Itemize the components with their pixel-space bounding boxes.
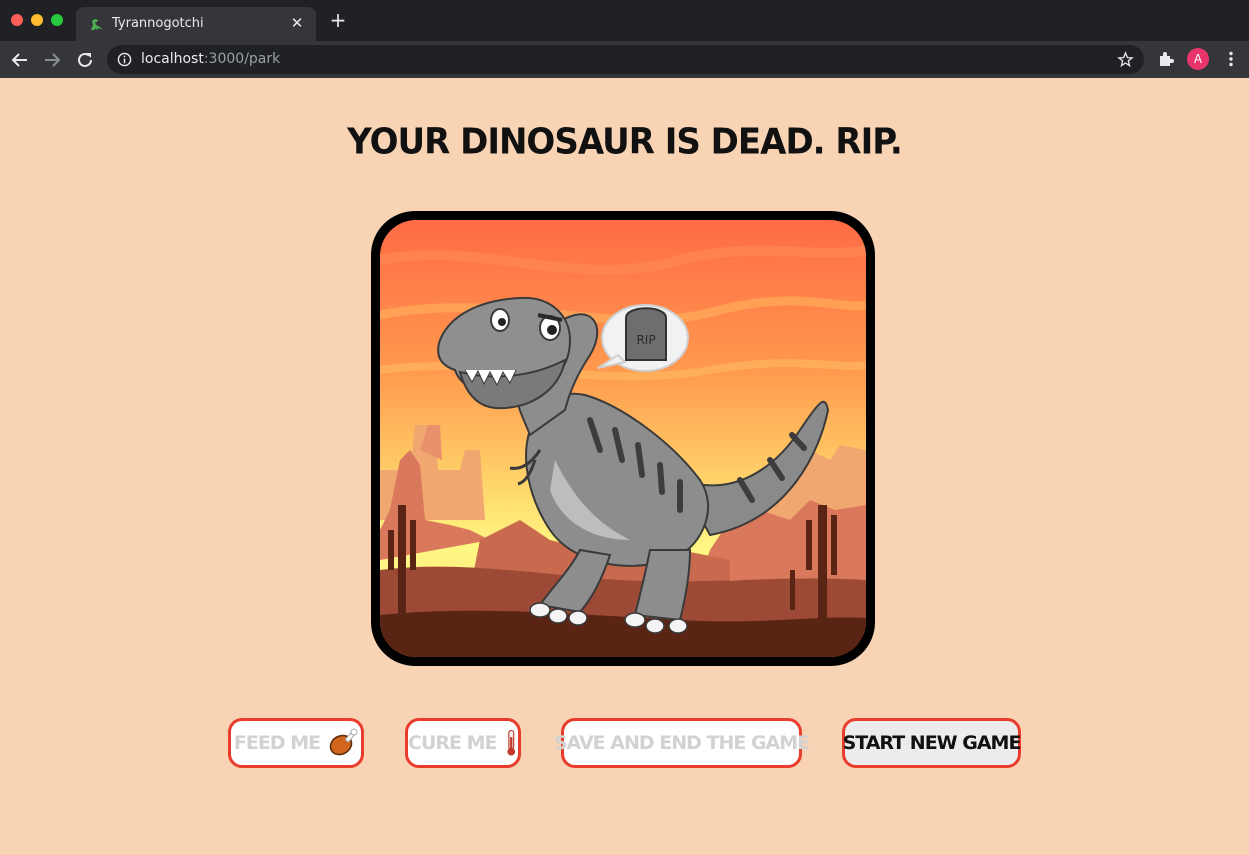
browser-tab-bar: Tyrannogotchi ✕ + xyxy=(0,0,1249,41)
dead-dinosaur-illustration: RIP xyxy=(380,220,866,657)
back-arrow-icon[interactable] xyxy=(9,49,31,71)
thermometer-icon xyxy=(507,729,516,756)
save-and-end-button[interactable]: SAVE AND END THE GAME xyxy=(554,718,810,768)
browser-tab[interactable]: Tyrannogotchi ✕ xyxy=(76,7,316,41)
url-path: :3000/park xyxy=(203,51,281,67)
start-new-game-label: START NEW GAME xyxy=(842,732,1022,754)
save-and-end-label: SAVE AND END THE GAME xyxy=(553,732,810,754)
kebab-menu-icon[interactable] xyxy=(1222,50,1240,68)
close-tab-icon[interactable]: ✕ xyxy=(288,14,306,32)
dinosaur-favicon-icon xyxy=(91,19,103,30)
browser-toolbar: localhost:3000/park xyxy=(0,41,1249,78)
window-close-button[interactable] xyxy=(11,14,23,26)
reload-icon[interactable] xyxy=(74,49,96,71)
feed-me-label: FEED ME xyxy=(233,732,321,754)
profile-avatar[interactable]: A xyxy=(1187,48,1209,70)
info-icon[interactable] xyxy=(117,52,132,67)
tab-title: Tyrannogotchi xyxy=(112,16,204,31)
puzzle-extension-icon[interactable] xyxy=(1157,50,1175,68)
cure-me-label: CURE ME xyxy=(408,732,497,754)
drumstick-icon xyxy=(329,728,358,756)
new-tab-button[interactable]: + xyxy=(328,10,348,30)
action-buttons: FEED ME CURE ME SAVE AND END THE GAME ST… xyxy=(0,718,1249,768)
cure-me-button[interactable]: CURE ME xyxy=(405,718,521,768)
forward-arrow-icon[interactable] xyxy=(41,49,63,71)
page-title: YOUR DINOSAUR IS DEAD. RIP. xyxy=(347,121,903,163)
address-bar[interactable]: localhost:3000/park xyxy=(107,45,1144,74)
dinosaur-frame: RIP xyxy=(371,211,875,666)
window-maximize-button[interactable] xyxy=(51,14,63,26)
tombstone-text: RIP xyxy=(636,333,655,347)
start-new-game-button[interactable]: START NEW GAME xyxy=(842,718,1021,768)
dinosaur-scene: RIP xyxy=(380,220,866,657)
window-minimize-button[interactable] xyxy=(31,14,43,26)
url-text: localhost:3000/park xyxy=(141,51,280,67)
star-icon[interactable] xyxy=(1117,51,1134,68)
feed-me-button[interactable]: FEED ME xyxy=(228,718,364,768)
url-host: localhost xyxy=(141,51,204,67)
